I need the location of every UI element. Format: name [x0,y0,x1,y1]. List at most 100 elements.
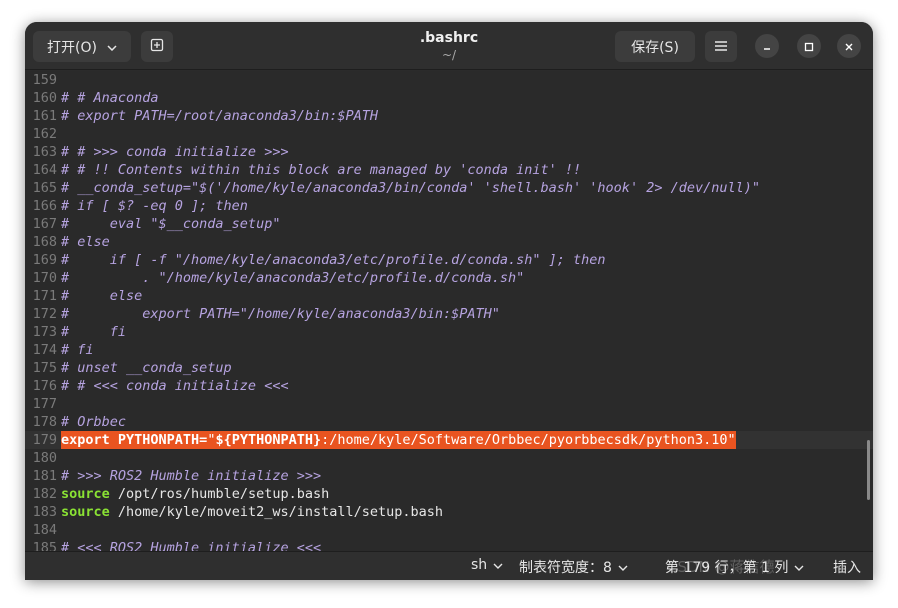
line-text: source /opt/ros/humble/setup.bash [61,485,329,503]
close-button[interactable] [837,34,861,58]
line-number: 167 [32,216,57,232]
code-line[interactable]: 165 # __conda_setup="$('/home/kyle/anacon… [25,179,873,197]
code-token: # export PATH=/root/anaconda3/bin:$PATH [61,108,378,124]
line-text: # fi [61,341,94,359]
line-text: # <<< ROS2 Humble initialize <<< [61,539,321,551]
code-line[interactable]: 172 # export PATH="/home/kyle/anaconda3/b… [25,305,873,323]
line-number: 177 [32,396,57,412]
line-number: 159 [32,72,57,88]
code-line[interactable]: 177 [25,395,873,413]
code-line[interactable]: 167 # eval "$__conda_setup" [25,215,873,233]
new-tab-button[interactable] [141,31,173,62]
language-label: sh [471,557,488,573]
code-token: ${PYTHONPATH} [215,432,322,448]
line-text: # export PATH="/home/kyle/anaconda3/bin:… [61,305,500,323]
line-text: # if [ $? -eq 0 ]; then [61,197,248,215]
code-line[interactable]: 184 [25,521,873,539]
maximize-button[interactable] [797,34,821,58]
line-text: # fi [61,323,126,341]
code-token: # # >>> conda initialize >>> [61,144,289,160]
line-number: 166 [32,198,57,214]
code-line[interactable]: 164 # # !! Contents within this block are… [25,161,873,179]
code-token: :/home/kyle/Software/Orbbec/pyorbbecsdk/… [321,432,736,448]
line-number: 180 [32,450,57,466]
line-number: 173 [32,324,57,340]
code-line[interactable]: 180 [25,449,873,467]
line-text: # Orbbec [61,413,126,431]
line-number: 164 [32,162,57,178]
status-bar: CSDN @蒋信德 sh 制表符宽度：8 第 179 行，第 1 列 插入 [25,551,873,580]
code-line[interactable]: 166 # if [ $? -eq 0 ]; then [25,197,873,215]
code-line[interactable]: 175 # unset __conda_setup [25,359,873,377]
code-token: /opt/ros/humble/setup.bash [109,486,330,502]
code-token: PYTHONPATH= [109,432,208,448]
main-menu-button[interactable] [705,31,737,62]
save-button-label: 保存(S) [631,39,679,56]
window-subtitle: ~/ [441,48,457,62]
chevron-down-icon [107,39,117,55]
code-line[interactable]: 163 # # >>> conda initialize >>> [25,143,873,161]
line-number: 162 [32,126,57,142]
code-line[interactable]: 179 export PYTHONPATH="${PYTHONPATH}:/hom… [25,431,873,449]
code-line[interactable]: 176 # # <<< conda initialize <<< [25,377,873,395]
code-token: # Orbbec [61,414,127,430]
cursor-position-label: 第 179 行，第 1 列 [665,560,789,576]
language-selector[interactable]: sh [471,557,503,573]
line-text: # else [61,287,142,305]
line-text: # else [61,233,110,251]
code-line[interactable]: 185 # <<< ROS2 Humble initialize <<< [25,539,873,551]
line-number: 185 [32,540,57,551]
code-line[interactable]: 174 # fi [25,341,873,359]
code-line[interactable]: 181 # >>> ROS2 Humble initialize >>> [25,467,873,485]
chevron-down-icon [618,559,628,575]
vertical-scrollbar[interactable] [867,440,870,500]
minimize-button[interactable] [755,34,779,58]
code-line[interactable]: 159 [25,71,873,89]
line-text: # unset __conda_setup [61,359,232,377]
maximize-icon [804,37,814,56]
code-line[interactable]: 161 # export PATH=/root/anaconda3/bin:$PA… [25,107,873,125]
code-line[interactable]: 160 # # Anaconda [25,89,873,107]
line-text: # # Anaconda [61,89,159,107]
line-number: 182 [32,486,57,502]
line-text: # export PATH=/root/anaconda3/bin:$PATH [61,107,378,125]
code-line[interactable]: 169 # if [ -f "/home/kyle/anaconda3/etc/p… [25,251,873,269]
code-line[interactable]: 170 # . "/home/kyle/anaconda3/etc/profile… [25,269,873,287]
line-number: 181 [32,468,57,484]
code-line[interactable]: 162 [25,125,873,143]
line-number: 163 [32,144,57,160]
insert-mode-label: 插入 [833,560,861,576]
line-number: 179 [32,432,57,448]
window-title: .bashrc [419,30,479,46]
code-token: # export PATH="/home/kyle/anaconda3/bin:… [61,306,500,322]
line-number: 175 [32,360,57,376]
code-line[interactable]: 171 # else [25,287,873,305]
code-line[interactable]: 183 source /home/kyle/moveit2_ws/install/… [25,503,873,521]
code-line[interactable]: 168 # else [25,233,873,251]
code-token: # . "/home/kyle/anaconda3/etc/profile.d/… [61,270,525,286]
chevron-down-icon [493,557,503,573]
insert-mode-indicator[interactable]: 插入 [833,557,861,577]
code-token: /home/kyle/moveit2_ws/install/setup.bash [109,504,444,520]
minimize-icon [762,37,772,56]
code-token: source [61,486,110,502]
code-token: # # Anaconda [61,90,159,106]
save-button[interactable]: 保存(S) [615,31,695,62]
line-text: # # <<< conda initialize <<< [61,377,289,395]
line-number: 165 [32,180,57,196]
gedit-window: 打开(O) .bashrc ~/ 保存(S) 159 160 # # Anaco… [25,22,873,580]
code-token: # fi [61,324,127,340]
code-token: # else [61,288,143,304]
code-line[interactable]: 178 # Orbbec [25,413,873,431]
cursor-position[interactable]: 第 179 行，第 1 列 [665,557,804,577]
line-number: 176 [32,378,57,394]
close-icon [844,37,854,56]
text-editor[interactable]: 159 160 # # Anaconda 161 # export PATH=/root… [25,71,873,551]
open-button[interactable]: 打开(O) [33,31,131,62]
line-number: 172 [32,306,57,322]
line-text: # . "/home/kyle/anaconda3/etc/profile.d/… [61,269,524,287]
line-number: 160 [32,90,57,106]
code-line[interactable]: 182 source /opt/ros/humble/setup.bash [25,485,873,503]
tab-width-selector[interactable]: 制表符宽度：8 [519,557,628,577]
code-line[interactable]: 173 # fi [25,323,873,341]
